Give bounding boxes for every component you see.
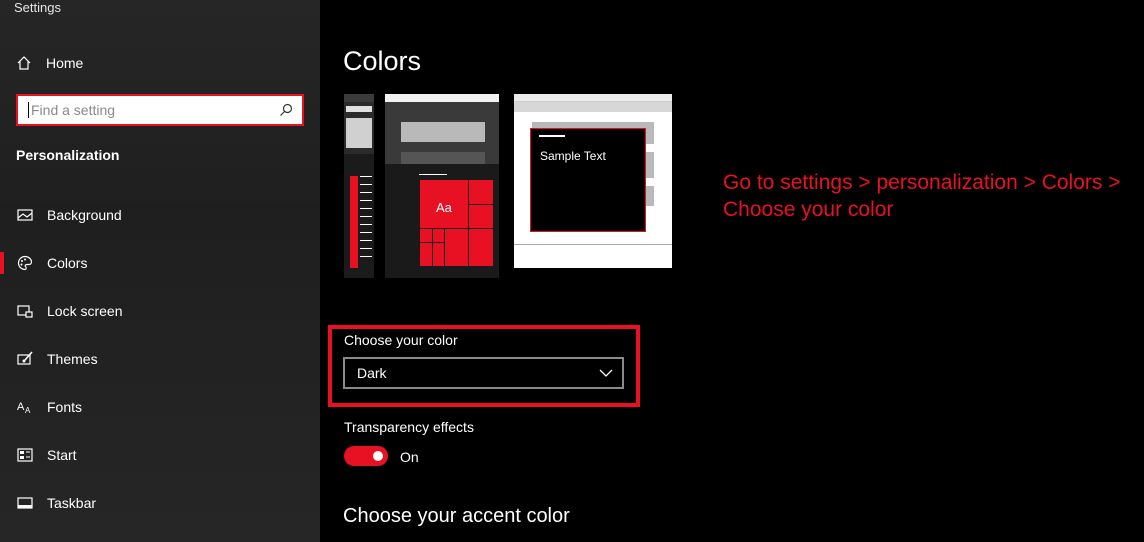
nav-list: Background Colors Lock screen Themes AA …: [0, 191, 320, 527]
preview-aa-label: Aa: [436, 200, 452, 215]
nav-home-label: Home: [46, 55, 84, 71]
sidebar-item-label: Lock screen: [47, 303, 123, 319]
preview-start-tiles: Aa: [420, 180, 493, 266]
colors-preview: Aa Sample Text: [344, 94, 672, 278]
preview-accent-strip: [350, 176, 358, 268]
svg-text:A: A: [17, 401, 25, 413]
window-title: Settings: [14, 0, 61, 15]
search-input[interactable]: [31, 102, 278, 118]
preview-sample-window: Sample Text: [530, 128, 646, 232]
sidebar-item-start[interactable]: Start: [0, 431, 320, 479]
taskbar-icon: [17, 495, 33, 511]
search-icon[interactable]: [278, 102, 294, 118]
preview-screen-right: Sample Text: [514, 94, 672, 268]
sidebar-item-lock-screen[interactable]: Lock screen: [0, 287, 320, 335]
svg-text:A: A: [25, 406, 31, 415]
text-caret: [28, 102, 29, 118]
sidebar-item-label: Background: [47, 207, 122, 223]
preview-sample-text: Sample Text: [540, 149, 606, 163]
main-content: Colors Aa Sample Text Go to settings > p…: [320, 0, 1144, 542]
sidebar-item-fonts[interactable]: AA Fonts: [0, 383, 320, 431]
toggle-knob: [373, 451, 383, 461]
choose-color-value: Dark: [357, 365, 387, 381]
fonts-icon: AA: [17, 399, 33, 415]
sidebar-item-colors[interactable]: Colors: [0, 239, 320, 287]
lock-screen-icon: [17, 303, 33, 319]
start-icon: [17, 447, 33, 463]
sidebar-item-label: Start: [47, 447, 77, 463]
nav-home[interactable]: Home: [16, 50, 306, 76]
page-title: Colors: [343, 46, 422, 76]
palette-icon: [17, 255, 33, 271]
transparency-label: Transparency effects: [344, 419, 474, 435]
sidebar: Settings Home Personalization Background…: [0, 0, 320, 542]
sidebar-item-label: Colors: [47, 255, 88, 271]
sidebar-item-label: Fonts: [47, 399, 83, 415]
home-icon: [16, 55, 32, 71]
search-box[interactable]: [16, 94, 304, 126]
section-title: Personalization: [16, 147, 120, 163]
chevron-down-icon: [598, 365, 614, 381]
sidebar-item-label: Themes: [47, 351, 98, 367]
choose-color-label: Choose your color: [344, 332, 458, 348]
preview-screen-middle: Aa: [385, 94, 499, 278]
choose-color-dropdown[interactable]: Dark: [343, 357, 624, 389]
sidebar-item-label: Taskbar: [47, 495, 97, 511]
sidebar-item-background[interactable]: Background: [0, 191, 320, 239]
brush-icon: [17, 351, 33, 367]
image-icon: [17, 207, 33, 223]
sidebar-item-taskbar[interactable]: Taskbar: [0, 479, 320, 527]
accent-color-heading: Choose your accent color: [343, 505, 570, 527]
sidebar-item-themes[interactable]: Themes: [0, 335, 320, 383]
instruction-annotation: Go to settings > personalization > Color…: [723, 171, 1121, 221]
preview-strip-left: [344, 94, 374, 278]
transparency-state: On: [400, 449, 419, 465]
transparency-toggle[interactable]: [344, 446, 388, 466]
